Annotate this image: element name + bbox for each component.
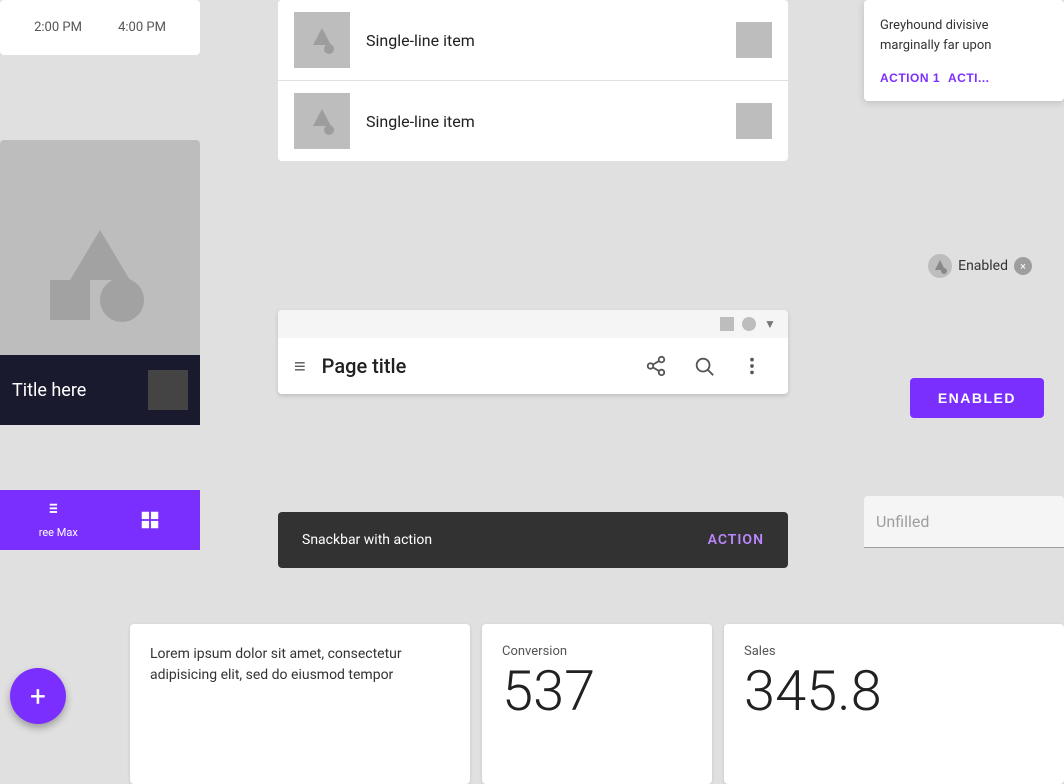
app-bar: ≡ Page title <box>278 338 788 394</box>
dialog-action-1[interactable]: ACTION 1 <box>880 71 940 85</box>
list-item-action-1[interactable] <box>736 22 772 58</box>
title-bar-thumbnail <box>148 370 188 410</box>
enabled-chip[interactable]: Enabled × <box>916 248 1044 284</box>
unfilled-text-field[interactable]: Unfilled <box>864 496 1064 548</box>
dialog-text: Greyhound divisive marginally far upon <box>880 16 1048 55</box>
bottom-nav: ree Max <box>0 490 200 550</box>
calendar-time-2: 4:00 PM <box>118 20 166 35</box>
nav-item-2[interactable] <box>139 509 161 531</box>
list-item-thumbnail-1 <box>294 12 350 68</box>
list-item-action-2[interactable] <box>736 103 772 139</box>
app-bar-container: ▼ ≡ Page title <box>278 310 788 394</box>
title-bar-text: Title here <box>12 380 138 401</box>
list-item-thumbnail-2 <box>294 93 350 149</box>
more-icon[interactable] <box>732 346 772 386</box>
dialog-action-2[interactable]: ACTI... <box>948 71 990 85</box>
menu-icon[interactable]: ≡ <box>294 354 306 379</box>
nav-item-1[interactable]: ree Max <box>39 501 78 539</box>
dialog-actions: ACTION 1 ACTI... <box>880 71 1048 85</box>
conversion-value: 537 <box>502 663 692 719</box>
snackbar-action-button[interactable]: ACTION <box>708 532 764 548</box>
enabled-button-area: ENABLED <box>910 378 1044 418</box>
title-bar: Title here <box>0 355 200 425</box>
card-body-text: Lorem ipsum dolor sit amet, consectetur … <box>150 644 450 686</box>
snackbar: Snackbar with action ACTION <box>278 512 788 568</box>
unfilled-placeholder: Unfilled <box>876 512 929 531</box>
card-text: Lorem ipsum dolor sit amet, consectetur … <box>130 624 470 784</box>
snackbar-text: Snackbar with action <box>302 532 432 548</box>
app-bar-window-controls: ▼ <box>278 310 788 338</box>
cards-row: Lorem ipsum dolor sit amet, consectetur … <box>130 624 1064 784</box>
list-item[interactable]: Single-line item <box>278 0 788 81</box>
app-bar-title: Page title <box>322 354 628 378</box>
sales-label: Sales <box>744 644 1044 659</box>
sales-value: 345.8 <box>744 663 1044 719</box>
list-item-text-1: Single-line item <box>366 31 720 50</box>
chip-close-icon: × <box>1020 260 1026 273</box>
chip-avatar <box>928 254 952 278</box>
list-item-2[interactable]: Single-line item <box>278 81 788 161</box>
calendar-strip: 2:00 PM 4:00 PM <box>0 0 200 55</box>
share-icon[interactable] <box>636 346 676 386</box>
fab-icon: + <box>30 680 46 713</box>
list-item-text-2: Single-line item <box>366 112 720 131</box>
window-btn-arrow[interactable]: ▼ <box>764 317 778 331</box>
nav-label-1: ree Max <box>39 526 78 539</box>
conversion-label: Conversion <box>502 644 692 659</box>
chip-label: Enabled <box>958 258 1008 274</box>
calendar-time-1: 2:00 PM <box>34 20 82 35</box>
search-icon[interactable] <box>684 346 724 386</box>
list-container: Single-line item Single-line item <box>278 0 788 161</box>
window-btn-square[interactable] <box>720 317 734 331</box>
window-btn-circle[interactable] <box>742 317 756 331</box>
chip-close-button[interactable]: × <box>1014 257 1032 275</box>
card-sales: Sales 345.8 <box>724 624 1064 784</box>
card-conversion: Conversion 537 <box>482 624 712 784</box>
enabled-button[interactable]: ENABLED <box>910 378 1044 418</box>
dialog-card: Greyhound divisive marginally far upon A… <box>864 0 1064 101</box>
fab-button[interactable]: + <box>10 668 66 724</box>
chip-area: Enabled × <box>916 248 1044 284</box>
